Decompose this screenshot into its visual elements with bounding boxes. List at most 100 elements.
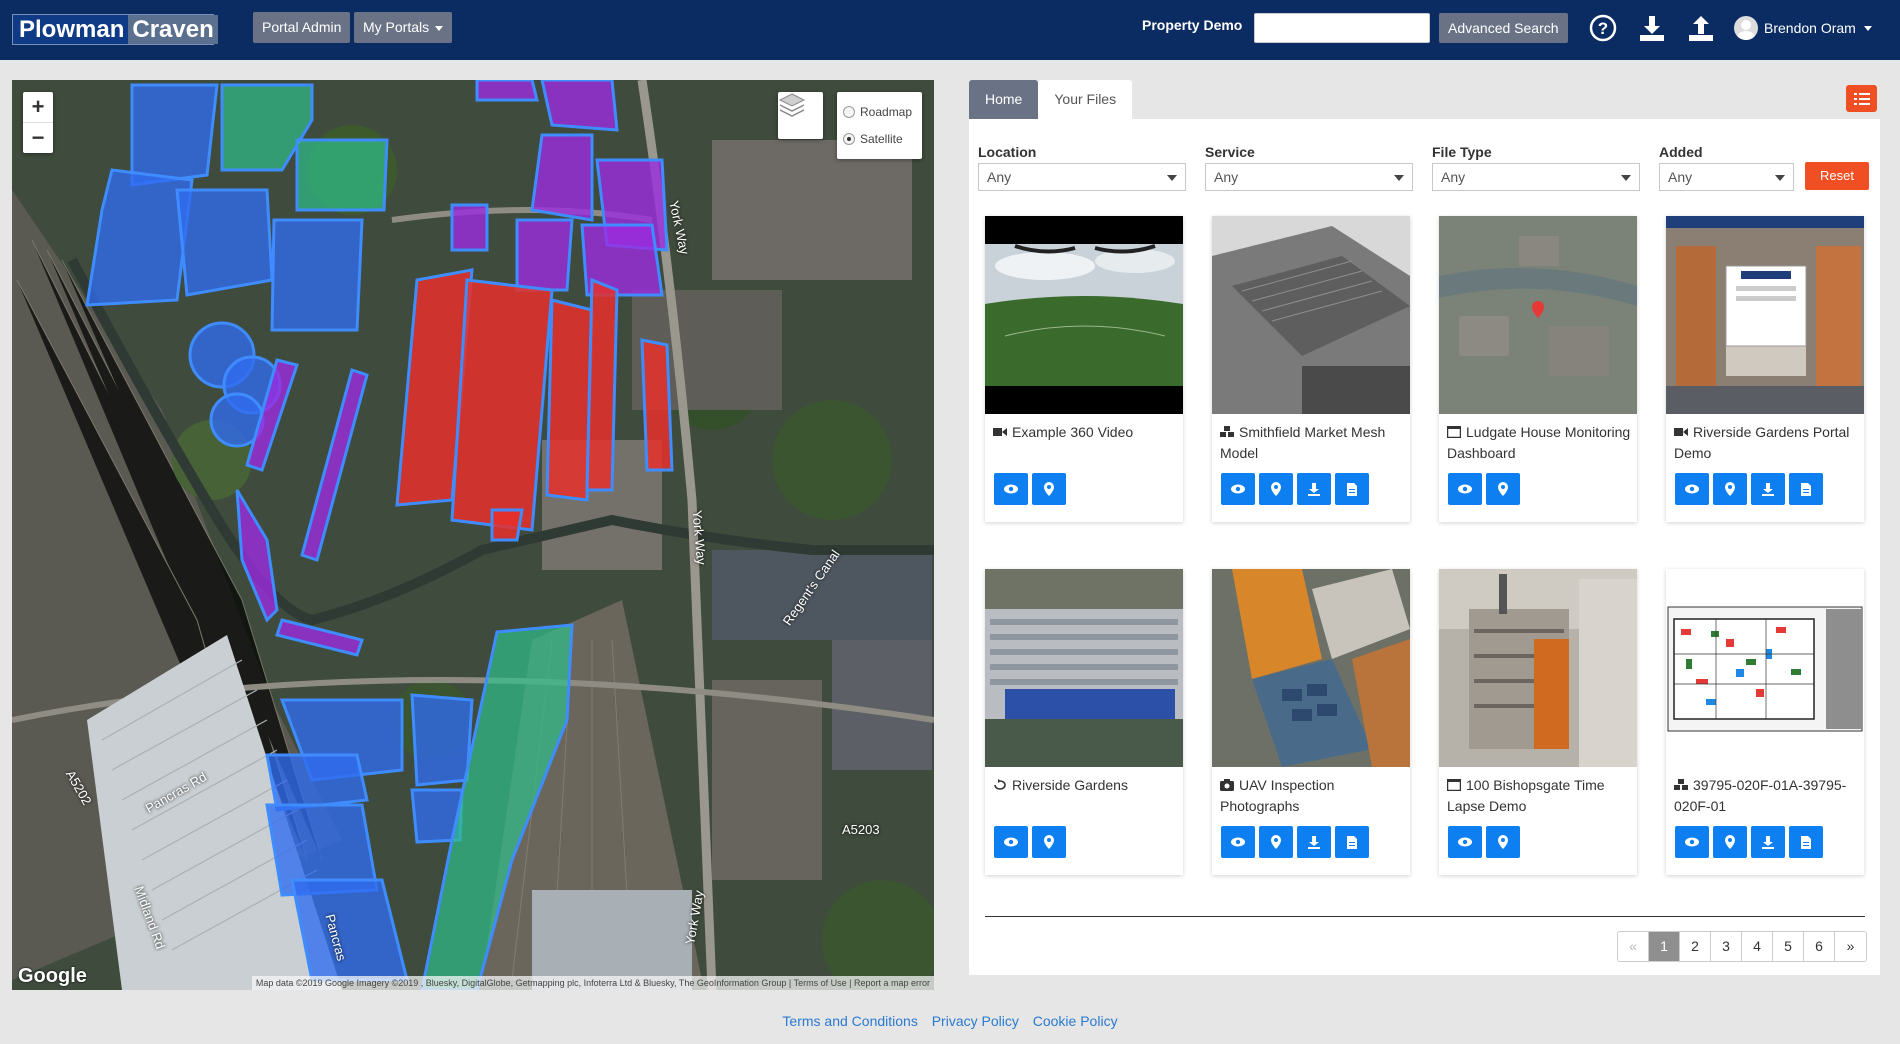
download-button[interactable] — [1751, 826, 1785, 858]
pagination-page[interactable]: 3 — [1711, 932, 1742, 961]
download-button[interactable] — [1751, 473, 1785, 505]
file-card[interactable]: 39795-020F-01A-39795-020F-01 — [1666, 569, 1864, 875]
pagination-page[interactable]: 2 — [1680, 932, 1711, 961]
view-button[interactable] — [1675, 826, 1709, 858]
eye-icon — [1458, 484, 1472, 494]
my-portals-dropdown[interactable]: My Portals — [354, 12, 453, 43]
file-actions — [994, 826, 1066, 858]
file-thumbnail[interactable] — [1439, 569, 1637, 767]
file-card[interactable]: Riverside Gardens — [985, 569, 1183, 875]
map-marker-icon — [1498, 482, 1508, 496]
file-thumbnail[interactable] — [1212, 216, 1410, 414]
file-card[interactable]: Smithfield Market Mesh Model — [1212, 216, 1410, 522]
locate-button[interactable] — [1486, 826, 1520, 858]
document-button[interactable] — [1335, 473, 1369, 505]
view-button[interactable] — [1448, 826, 1482, 858]
file-title[interactable]: Riverside Gardens — [993, 775, 1179, 796]
view-button[interactable] — [1221, 473, 1255, 505]
download-icon[interactable] — [1637, 13, 1667, 43]
reset-button[interactable]: Reset — [1805, 162, 1869, 190]
map-marker-icon — [1044, 835, 1054, 849]
locate-button[interactable] — [1486, 473, 1520, 505]
view-button[interactable] — [1675, 473, 1709, 505]
help-icon[interactable]: ? — [1588, 13, 1618, 43]
terms-link[interactable]: Terms and Conditions — [782, 1013, 917, 1029]
view-button[interactable] — [994, 826, 1028, 858]
file-title[interactable]: UAV Inspection Photographs — [1220, 775, 1406, 817]
file-card[interactable]: Example 360 Video — [985, 216, 1183, 522]
locate-button[interactable] — [1259, 826, 1293, 858]
service-select[interactable]: Any — [1205, 163, 1413, 191]
file-title[interactable]: Example 360 Video — [993, 422, 1179, 443]
file-card[interactable]: 100 Bishopsgate Time Lapse Demo — [1439, 569, 1637, 875]
added-select[interactable]: Any — [1659, 163, 1794, 191]
satellite-radio[interactable] — [843, 132, 855, 145]
layers-button[interactable] — [778, 92, 823, 139]
user-name: Brendon Oram — [1764, 20, 1856, 36]
pagination-page[interactable]: 5 — [1773, 932, 1804, 961]
file-thumbnail[interactable] — [1666, 569, 1864, 767]
brand-logo[interactable]: Plowman Craven — [12, 14, 218, 45]
zoom-in-button[interactable]: + — [23, 92, 53, 122]
list-view-button[interactable] — [1846, 85, 1877, 112]
portal-admin-button[interactable]: Portal Admin — [253, 12, 351, 43]
zoom-out-button[interactable]: − — [23, 123, 53, 153]
pagination-page[interactable]: 4 — [1742, 932, 1773, 961]
document-button[interactable] — [1789, 473, 1823, 505]
download-button[interactable] — [1297, 473, 1331, 505]
pagination-prev[interactable]: « — [1618, 932, 1649, 961]
locate-button[interactable] — [1713, 826, 1747, 858]
footer: Terms and Conditions Privacy Policy Cook… — [0, 1013, 1900, 1029]
eye-icon — [1685, 837, 1699, 847]
view-button[interactable] — [994, 473, 1028, 505]
cookie-link[interactable]: Cookie Policy — [1033, 1013, 1118, 1029]
files-panel: Location Any Service Any File Type Any A… — [969, 119, 1880, 975]
tab-your-files[interactable]: Your Files — [1038, 80, 1133, 119]
file-thumbnail[interactable] — [1666, 216, 1864, 414]
document-icon — [1347, 835, 1357, 849]
locate-button[interactable] — [1032, 473, 1066, 505]
file-title[interactable]: 39795-020F-01A-39795-020F-01 — [1674, 775, 1860, 817]
document-button[interactable] — [1335, 826, 1369, 858]
rotate-icon — [994, 779, 1006, 790]
file-type-select[interactable]: Any — [1432, 163, 1640, 191]
filter-file-type: File Type Any — [1432, 144, 1640, 191]
file-title[interactable]: Riverside Gardens Portal Demo — [1674, 422, 1860, 464]
satellite-map[interactable]: York Way York Way York Way Regent's Cana… — [12, 80, 934, 990]
locate-button[interactable] — [1032, 826, 1066, 858]
file-thumbnail[interactable] — [1439, 216, 1637, 414]
file-thumbnail[interactable] — [1212, 569, 1410, 767]
roadmap-option[interactable]: Roadmap — [843, 98, 916, 125]
pagination-page[interactable]: 1 — [1649, 932, 1680, 961]
file-title[interactable]: Smithfield Market Mesh Model — [1220, 422, 1406, 464]
location-select[interactable]: Any — [978, 163, 1186, 191]
pagination-next[interactable]: » — [1835, 932, 1866, 961]
report-map-error-link[interactable]: Report a map error — [854, 978, 930, 988]
download-button[interactable] — [1297, 826, 1331, 858]
privacy-link[interactable]: Privacy Policy — [932, 1013, 1019, 1029]
locate-button[interactable] — [1259, 473, 1293, 505]
pagination-page[interactable]: 6 — [1804, 932, 1835, 961]
advanced-search-button[interactable]: Advanced Search — [1439, 13, 1568, 43]
property-search-input[interactable] — [1254, 13, 1430, 43]
user-menu[interactable]: Brendon Oram — [1734, 14, 1872, 42]
map-road-label: A5203 — [842, 822, 880, 837]
map-marker-icon — [1725, 482, 1735, 496]
file-card[interactable]: Ludgate House Monitoring Dashboard — [1439, 216, 1637, 522]
roadmap-radio[interactable] — [843, 105, 855, 118]
view-button[interactable] — [1448, 473, 1482, 505]
satellite-option[interactable]: Satellite — [843, 125, 916, 152]
svg-text:?: ? — [1598, 19, 1608, 38]
upload-icon[interactable] — [1686, 13, 1716, 43]
file-thumbnail[interactable] — [985, 216, 1183, 414]
locate-button[interactable] — [1713, 473, 1747, 505]
terms-of-use-link[interactable]: Terms of Use — [794, 978, 847, 988]
document-button[interactable] — [1789, 826, 1823, 858]
file-title[interactable]: 100 Bishopsgate Time Lapse Demo — [1447, 775, 1633, 817]
file-title[interactable]: Ludgate House Monitoring Dashboard — [1447, 422, 1633, 464]
view-button[interactable] — [1221, 826, 1255, 858]
file-card[interactable]: Riverside Gardens Portal Demo — [1666, 216, 1864, 522]
tab-home[interactable]: Home — [969, 80, 1039, 119]
file-card[interactable]: UAV Inspection Photographs — [1212, 569, 1410, 875]
file-thumbnail[interactable] — [985, 569, 1183, 767]
